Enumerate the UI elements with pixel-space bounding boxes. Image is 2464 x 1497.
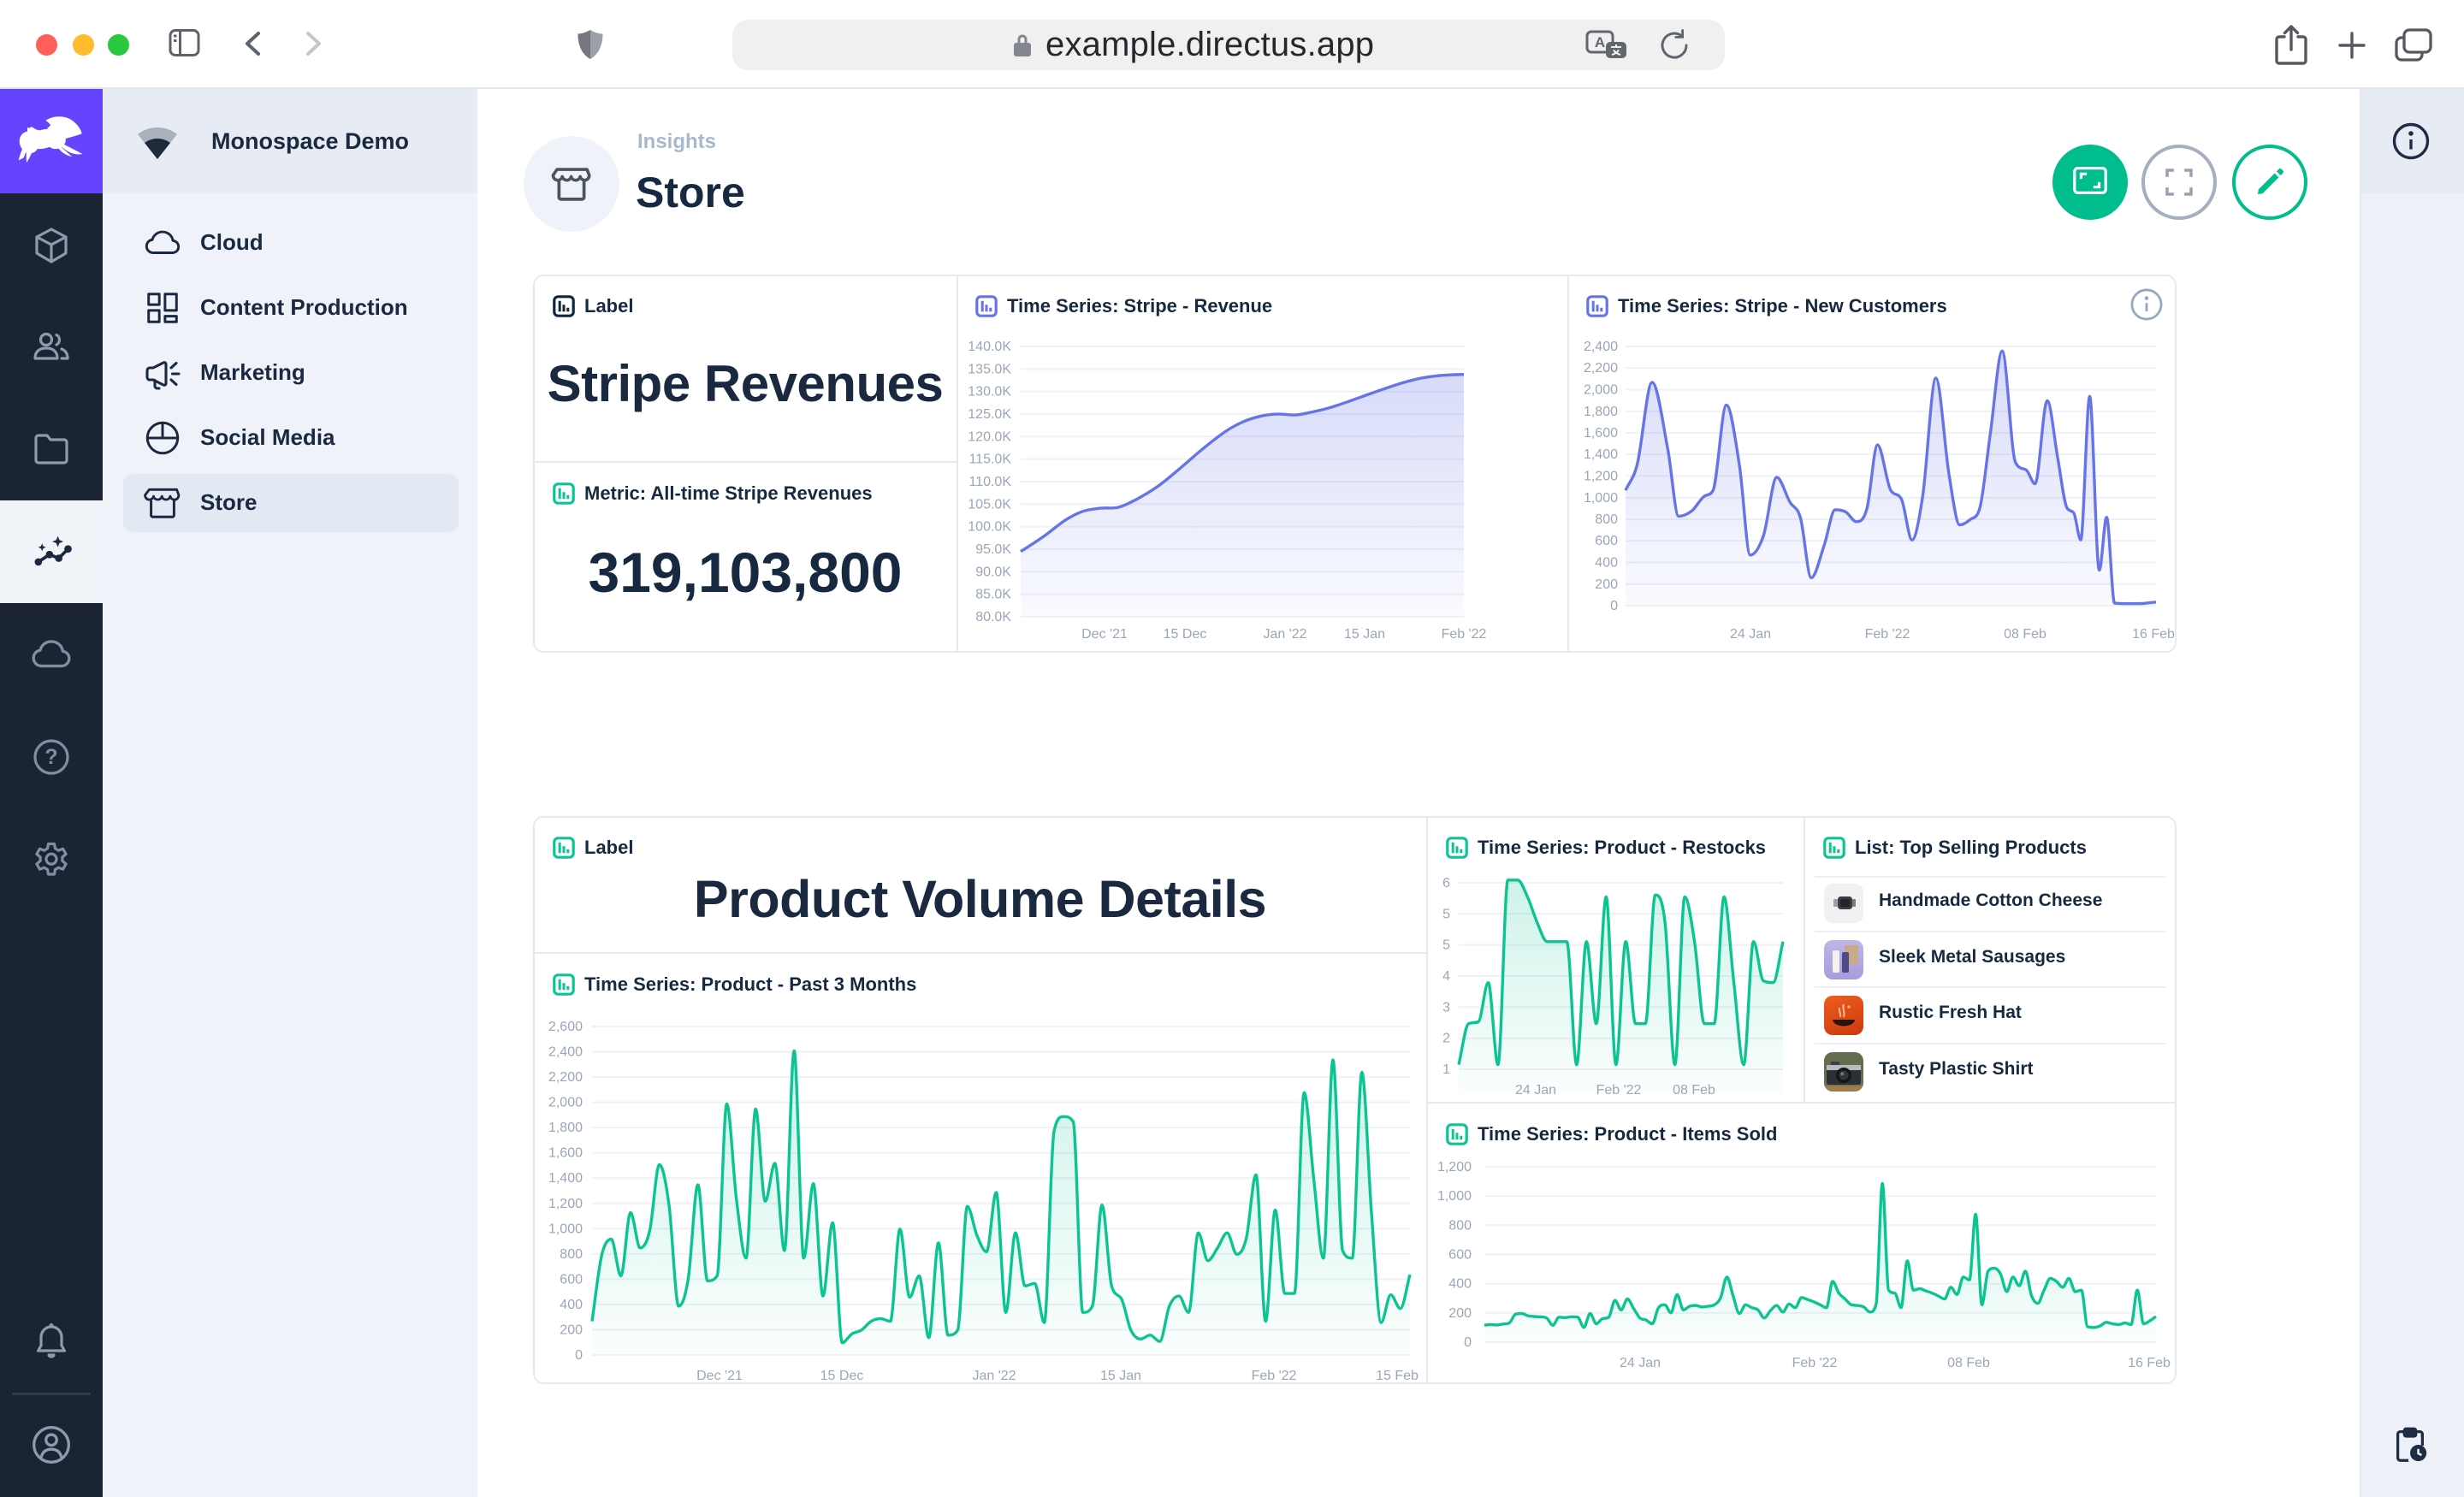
svg-text:1,200: 1,200	[548, 1197, 583, 1211]
svg-text:Feb '22: Feb '22	[1792, 1356, 1838, 1370]
svg-text:2,000: 2,000	[1584, 383, 1618, 398]
svg-text:2,000: 2,000	[548, 1096, 583, 1110]
svg-text:110.0K: 110.0K	[968, 475, 1011, 489]
svg-text:0: 0	[575, 1348, 583, 1363]
svg-text:5: 5	[1442, 907, 1450, 921]
svg-text:2: 2	[1442, 1032, 1450, 1046]
svg-text:2,200: 2,200	[548, 1070, 583, 1085]
svg-text:2,400: 2,400	[1584, 340, 1618, 354]
svg-text:24 Jan: 24 Jan	[1730, 627, 1771, 642]
svg-text:24 Jan: 24 Jan	[1620, 1356, 1661, 1370]
svg-text:1,200: 1,200	[1437, 1160, 1472, 1175]
svg-text:3: 3	[1442, 1000, 1450, 1015]
svg-text:1,200: 1,200	[1584, 470, 1618, 484]
svg-text:08 Feb: 08 Feb	[1673, 1083, 1715, 1098]
svg-text:95.0K: 95.0K	[975, 542, 1011, 557]
svg-text:100.0K: 100.0K	[968, 520, 1011, 535]
svg-text:400: 400	[1595, 556, 1618, 571]
svg-text:15 Feb: 15 Feb	[1376, 1369, 1419, 1383]
svg-text:200: 200	[1595, 577, 1618, 592]
svg-text:24 Jan: 24 Jan	[1515, 1083, 1556, 1098]
svg-text:80.0K: 80.0K	[975, 610, 1011, 624]
svg-text:90.0K: 90.0K	[975, 565, 1011, 579]
svg-text:85.0K: 85.0K	[975, 588, 1011, 602]
svg-text:1,600: 1,600	[1584, 426, 1618, 441]
svg-text:2,200: 2,200	[1584, 361, 1618, 376]
svg-text:16 Feb: 16 Feb	[2128, 1356, 2171, 1370]
svg-text:Feb '22: Feb '22	[1252, 1369, 1297, 1383]
svg-text:120.0K: 120.0K	[968, 429, 1011, 444]
svg-text:200: 200	[1448, 1306, 1472, 1321]
svg-text:1,800: 1,800	[1584, 405, 1618, 419]
svg-text:125.0K: 125.0K	[968, 407, 1011, 422]
svg-text:16 Feb: 16 Feb	[2132, 627, 2175, 642]
svg-text:Feb '22: Feb '22	[1596, 1083, 1642, 1098]
svg-text:135.0K: 135.0K	[968, 362, 1011, 376]
svg-text:800: 800	[1448, 1218, 1472, 1233]
svg-text:600: 600	[1595, 534, 1618, 548]
svg-text:0: 0	[1610, 599, 1618, 613]
svg-text:1,000: 1,000	[548, 1222, 583, 1236]
svg-text:140.0K: 140.0K	[968, 340, 1011, 354]
svg-text:400: 400	[560, 1298, 583, 1312]
svg-text:130.0K: 130.0K	[968, 385, 1011, 399]
svg-text:115.0K: 115.0K	[968, 453, 1011, 467]
svg-text:1,800: 1,800	[548, 1121, 583, 1135]
svg-text:Dec '21: Dec '21	[1081, 627, 1128, 642]
svg-text:5: 5	[1442, 938, 1450, 953]
svg-text:1,600: 1,600	[548, 1146, 583, 1161]
svg-text:200: 200	[560, 1323, 583, 1338]
svg-text:1: 1	[1442, 1062, 1450, 1077]
svg-text:Jan '22: Jan '22	[972, 1369, 1016, 1383]
svg-text:Dec '21: Dec '21	[696, 1369, 743, 1383]
svg-text:800: 800	[560, 1247, 583, 1262]
svg-text:1,400: 1,400	[1584, 447, 1618, 462]
svg-text:6: 6	[1442, 876, 1450, 891]
svg-text:400: 400	[1448, 1277, 1472, 1292]
svg-text:15 Jan: 15 Jan	[1344, 627, 1385, 642]
svg-text:08 Feb: 08 Feb	[1947, 1356, 1990, 1370]
svg-text:2,400: 2,400	[548, 1045, 583, 1060]
svg-text:4: 4	[1442, 969, 1450, 984]
svg-text:1,000: 1,000	[1584, 491, 1618, 506]
svg-text:0: 0	[1464, 1335, 1472, 1350]
svg-text:105.0K: 105.0K	[968, 497, 1011, 512]
svg-text:600: 600	[560, 1272, 583, 1287]
svg-text:600: 600	[1448, 1248, 1472, 1263]
svg-text:08 Feb: 08 Feb	[2004, 627, 2046, 642]
svg-text:800: 800	[1595, 512, 1618, 527]
svg-text:Jan '22: Jan '22	[1263, 627, 1306, 642]
svg-text:15 Jan: 15 Jan	[1100, 1369, 1141, 1383]
svg-text:15 Dec: 15 Dec	[1164, 627, 1207, 642]
svg-text:Feb '22: Feb '22	[1865, 627, 1910, 642]
svg-text:1,400: 1,400	[548, 1171, 583, 1186]
svg-text:1,000: 1,000	[1437, 1189, 1472, 1204]
svg-text:15 Dec: 15 Dec	[820, 1369, 864, 1383]
svg-text:Feb '22: Feb '22	[1442, 627, 1487, 642]
svg-text:2,600: 2,600	[548, 1020, 583, 1034]
